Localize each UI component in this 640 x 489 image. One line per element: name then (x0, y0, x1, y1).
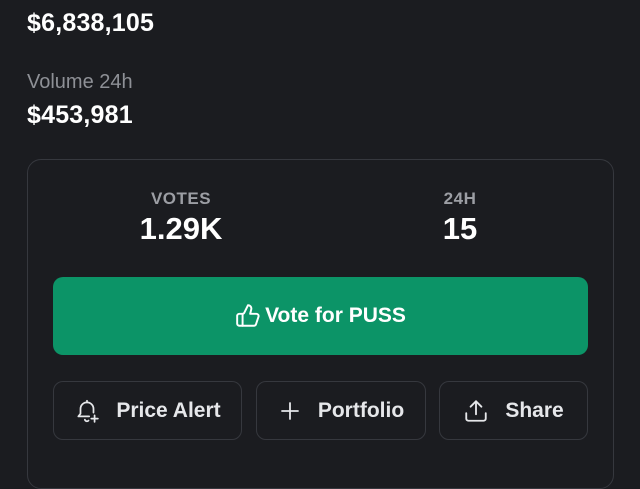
vote-button-label: Vote for PUSS (265, 304, 406, 327)
plus-icon (278, 399, 302, 423)
portfolio-button[interactable]: Portfolio (256, 381, 426, 440)
change-24h-label: 24H (443, 189, 477, 208)
thumbs-up-icon (235, 303, 261, 329)
vote-button[interactable]: Vote for PUSS (53, 277, 588, 355)
price-alert-button[interactable]: Price Alert (53, 381, 242, 440)
volume-label: Volume 24h (27, 71, 133, 93)
market-cap-value: $6,838,105 (27, 9, 155, 37)
price-alert-label: Price Alert (116, 398, 221, 422)
volume-stat: Volume 24h $453,981 (27, 70, 133, 130)
bell-plus-icon (74, 398, 100, 424)
volume-value: $453,981 (27, 101, 133, 129)
market-cap-stat: $6,838,105 (27, 8, 154, 38)
change-24h-metric: 24H 15 (360, 189, 560, 247)
share-button[interactable]: Share (439, 381, 588, 440)
share-icon (463, 398, 489, 424)
votes-value: 1.29K (139, 211, 223, 246)
votes-label: VOTES (150, 189, 212, 208)
portfolio-label: Portfolio (317, 398, 405, 422)
votes-metric: VOTES 1.29K (81, 189, 281, 247)
change-24h-value: 15 (442, 211, 478, 246)
vote-card: VOTES 1.29K 24H 15 Vote for PUSS Price A… (27, 159, 614, 489)
share-label: Share (505, 398, 564, 422)
